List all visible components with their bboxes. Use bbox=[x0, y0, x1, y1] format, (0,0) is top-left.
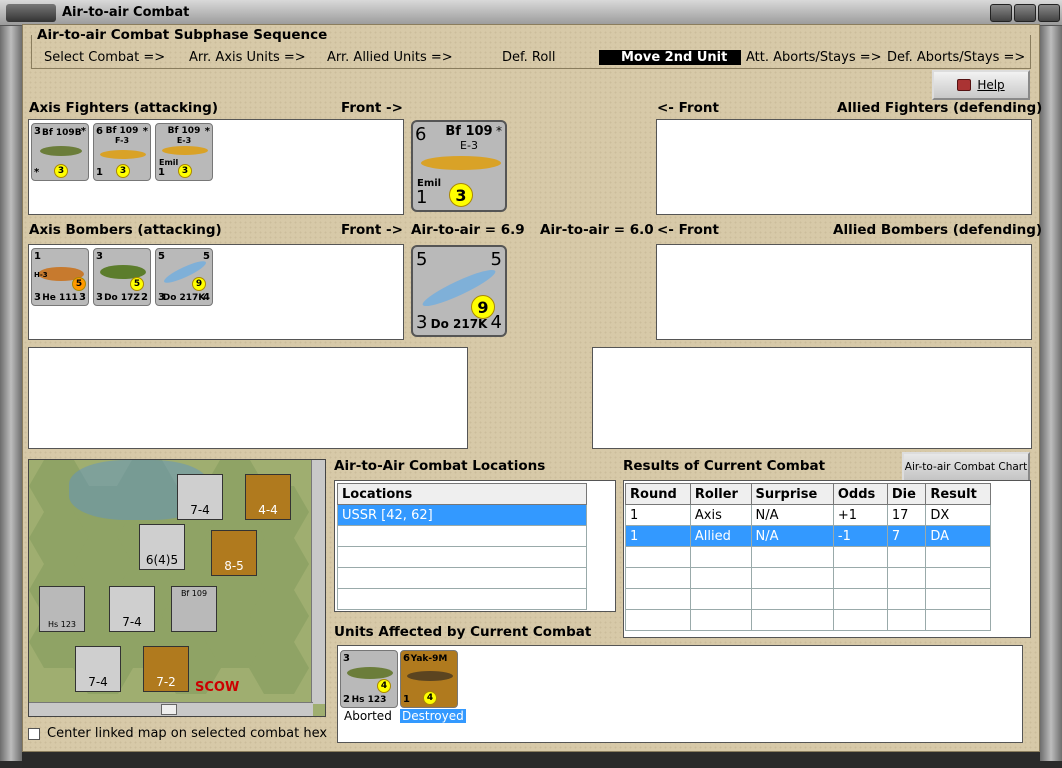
allied-fighters-front: <- Front bbox=[657, 100, 719, 116]
unit-counter[interactable]: 6 Bf 109 F-3 * 1 3 bbox=[93, 123, 151, 181]
col-die: Die bbox=[886, 483, 927, 505]
axis-air-to-air: Air-to-air = 6.9 bbox=[411, 222, 525, 238]
affected-unit[interactable]: 3 4 2 Hs 123 bbox=[340, 650, 398, 708]
unit-counter[interactable]: Bf 109 E-3 * Emil 1 3 bbox=[155, 123, 213, 181]
map-unit[interactable]: 8-5 bbox=[211, 530, 257, 576]
plane-icon bbox=[162, 146, 208, 155]
plane-icon bbox=[100, 150, 146, 159]
window: Air-to-air Combat Air-to-air Combat Subp… bbox=[0, 0, 1062, 768]
plane-icon bbox=[347, 667, 393, 679]
status-bar bbox=[22, 753, 1040, 768]
results-row[interactable]: 1 Axis N/A +1 17 DX bbox=[625, 504, 991, 526]
map-scroll-thumb[interactable] bbox=[161, 704, 177, 715]
air-combat-chart-button[interactable]: Air-to-air Combat Chart bbox=[902, 452, 1030, 482]
left-frame-rail bbox=[0, 26, 22, 761]
map-unit[interactable]: 7-4 bbox=[177, 474, 223, 520]
unit-counter[interactable]: 3 Bf 109B * * 3 bbox=[31, 123, 89, 181]
minimize-button[interactable] bbox=[990, 4, 1012, 22]
allied-bombers-front: <- Front bbox=[657, 222, 719, 238]
locations-title: Air-to-Air Combat Locations bbox=[334, 458, 546, 474]
map-horizontal-scrollbar[interactable] bbox=[29, 702, 313, 716]
map-air-unit[interactable]: Hs 123 bbox=[39, 586, 85, 632]
map-air-unit[interactable]: Bf 109 bbox=[171, 586, 217, 632]
col-round: Round bbox=[625, 483, 691, 505]
axis-bombers-box[interactable]: 1 H-3 5 3 He 111 3 3 5 3 Do 17Z 2 5 5 9 … bbox=[28, 244, 404, 340]
window-title: Air-to-air Combat bbox=[62, 5, 190, 20]
affected-title: Units Affected by Current Combat bbox=[334, 624, 592, 640]
allied-bombers-box[interactable] bbox=[656, 244, 1032, 340]
axis-details-box bbox=[28, 347, 468, 449]
unit-counter[interactable]: 5 5 9 3 Do 217K 4 bbox=[155, 248, 213, 306]
right-frame-rail bbox=[1040, 26, 1062, 761]
map-unit[interactable]: 7-2 bbox=[143, 646, 189, 692]
allied-air-to-air: Air-to-air = 6.0 bbox=[540, 222, 654, 238]
unit-counter[interactable]: 1 H-3 5 3 He 111 3 bbox=[31, 248, 89, 306]
selected-bomber-counter[interactable]: 5 5 9 3 Do 217K 4 bbox=[411, 245, 507, 337]
axis-fighters-title: Axis Fighters (attacking) bbox=[29, 100, 218, 116]
help-label: Help bbox=[977, 78, 1005, 92]
plane-icon bbox=[421, 156, 501, 170]
unit-counter[interactable]: 3 5 3 Do 17Z 2 bbox=[93, 248, 151, 306]
allied-details-box bbox=[592, 347, 1032, 449]
plane-icon bbox=[407, 671, 453, 681]
seq-att-aborts: Att. Aborts/Stays => bbox=[746, 50, 882, 65]
allied-bombers-title: Allied Bombers (defending) bbox=[833, 222, 1043, 238]
results-table: Round Roller Surprise Odds Die Result 1A… bbox=[625, 483, 991, 631]
axis-fighters-box[interactable]: 3 Bf 109B * * 3 6 Bf 109 F-3 * 1 3 Bf 10… bbox=[28, 119, 404, 215]
linked-map[interactable]: 7-4 4-4 6(4)5 8-5 7-4 7-4 7-2 Hs 123 Bf … bbox=[28, 459, 326, 717]
results-row[interactable]: 1 Allied N/A -1 7 DA bbox=[625, 525, 991, 547]
affected-unit[interactable]: 6 Yak-9M 1 4 bbox=[400, 650, 458, 708]
window-menu-icon[interactable] bbox=[6, 4, 56, 22]
affected-status: Aborted bbox=[344, 709, 392, 723]
center-map-label: Center linked map on selected combat hex bbox=[47, 726, 328, 741]
axis-fighters-front: Front -> bbox=[341, 100, 403, 116]
maximize-button[interactable] bbox=[1014, 4, 1036, 22]
col-roller: Roller bbox=[689, 483, 752, 505]
seq-def-roll: Def. Roll bbox=[502, 50, 556, 65]
col-surprise: Surprise bbox=[750, 483, 834, 505]
locations-header: Locations bbox=[337, 483, 587, 505]
col-odds: Odds bbox=[832, 483, 888, 505]
seq-move-2nd-unit: Move 2nd Unit bbox=[599, 50, 741, 65]
map-unit[interactable]: 7-4 bbox=[75, 646, 121, 692]
selected-fighter-counter[interactable]: 6 Bf 109 E-3 * Emil 1 3 bbox=[411, 120, 507, 212]
affected-status: Destroyed bbox=[400, 709, 466, 723]
close-button[interactable] bbox=[1038, 4, 1060, 22]
map-unit[interactable]: 6(4)5 bbox=[139, 524, 185, 570]
affected-units-box[interactable]: 3 4 2 Hs 123 Aborted 6 Yak-9M 1 4 Destro… bbox=[337, 645, 1023, 743]
col-result: Result bbox=[925, 483, 991, 505]
title-bar[interactable]: Air-to-air Combat bbox=[0, 0, 1062, 26]
map-unit[interactable]: 7-4 bbox=[109, 586, 155, 632]
seq-arr-axis: Arr. Axis Units => bbox=[189, 50, 306, 65]
plane-icon bbox=[40, 146, 82, 156]
seq-select-combat: Select Combat => bbox=[44, 50, 166, 65]
center-map-checkbox[interactable] bbox=[28, 728, 40, 740]
seq-arr-allied: Arr. Allied Units => bbox=[327, 50, 453, 65]
book-icon bbox=[957, 79, 972, 91]
axis-bombers-front: Front -> bbox=[341, 222, 403, 238]
map-vertical-scrollbar[interactable] bbox=[311, 460, 325, 704]
results-title: Results of Current Combat bbox=[623, 458, 826, 474]
help-button[interactable]: Help bbox=[932, 70, 1030, 100]
results-table-box: Round Roller Surprise Odds Die Result 1A… bbox=[623, 480, 1031, 638]
seq-def-aborts: Def. Aborts/Stays => bbox=[887, 50, 1026, 65]
allied-fighters-title: Allied Fighters (defending) bbox=[837, 100, 1043, 116]
allied-fighters-box[interactable] bbox=[656, 119, 1032, 215]
location-row[interactable]: USSR [42, 62] bbox=[337, 504, 587, 526]
map-city-label: SCOW bbox=[195, 680, 240, 695]
locations-list[interactable]: Locations USSR [42, 62] bbox=[334, 480, 616, 612]
axis-bombers-title: Axis Bombers (attacking) bbox=[29, 222, 222, 238]
locations-table: Locations USSR [42, 62] bbox=[337, 483, 587, 610]
map-unit[interactable]: 4-4 bbox=[245, 474, 291, 520]
